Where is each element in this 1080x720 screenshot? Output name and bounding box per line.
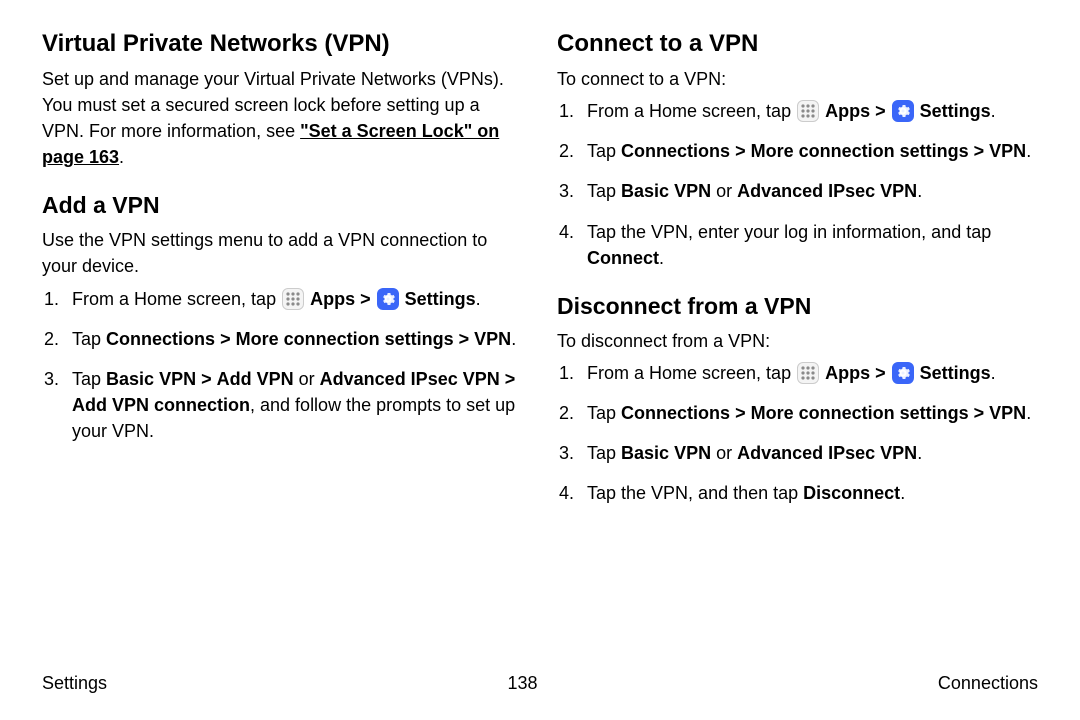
- chevron-icon: >: [974, 403, 985, 423]
- settings-icon: [377, 288, 399, 310]
- heading-connect-vpn: Connect to a VPN: [557, 30, 1038, 58]
- list-item: Tap the VPN, enter your log in informati…: [557, 219, 1038, 271]
- chevron-icon: >: [735, 403, 746, 423]
- list-item: From a Home screen, tap Apps > Settings.: [557, 98, 1038, 124]
- left-column: Virtual Private Networks (VPN) Set up an…: [42, 30, 523, 520]
- list-item: Tap Basic VPN or Advanced IPsec VPN.: [557, 440, 1038, 466]
- list-item: Tap Connections > More connection settin…: [557, 400, 1038, 426]
- settings-icon: [892, 100, 914, 122]
- settings-label: Settings: [920, 363, 991, 383]
- chevron-icon: >: [220, 329, 231, 349]
- chevron-icon: >: [459, 329, 470, 349]
- right-column: Connect to a VPN To connect to a VPN: Fr…: [557, 30, 1038, 520]
- chevron-icon: >: [505, 369, 516, 389]
- heading-disconnect-vpn: Disconnect from a VPN: [557, 293, 1038, 320]
- settings-label: Settings: [920, 101, 991, 121]
- footer-left: Settings: [42, 673, 107, 694]
- apps-label: Apps: [825, 363, 870, 383]
- add-vpn-steps: From a Home screen, tap Apps > Settings.…: [42, 286, 523, 445]
- apps-icon: [797, 362, 819, 384]
- connect-steps: From a Home screen, tap Apps > Settings.…: [557, 98, 1038, 271]
- heading-add-vpn: Add a VPN: [42, 192, 523, 219]
- disconnect-steps: From a Home screen, tap Apps > Settings.…: [557, 360, 1038, 507]
- apps-icon: [797, 100, 819, 122]
- connect-intro: To connect to a VPN:: [557, 66, 1038, 92]
- list-item: From a Home screen, tap Apps > Settings.: [557, 360, 1038, 386]
- footer-page-number: 138: [507, 673, 537, 694]
- chevron-icon: >: [201, 369, 212, 389]
- disconnect-intro: To disconnect from a VPN:: [557, 328, 1038, 354]
- list-item: Tap Connections > More connection settin…: [557, 138, 1038, 164]
- settings-icon: [892, 362, 914, 384]
- page-footer: Settings 138 Connections: [42, 673, 1038, 694]
- chevron-icon: >: [360, 289, 371, 309]
- heading-vpn: Virtual Private Networks (VPN): [42, 30, 523, 58]
- apps-label: Apps: [825, 101, 870, 121]
- apps-icon: [282, 288, 304, 310]
- add-vpn-desc: Use the VPN settings menu to add a VPN c…: [42, 227, 523, 279]
- list-item: From a Home screen, tap Apps > Settings.: [42, 286, 523, 312]
- apps-label: Apps: [310, 289, 355, 309]
- intro-tail: .: [119, 147, 124, 167]
- chevron-icon: >: [974, 141, 985, 161]
- intro-paragraph: Set up and manage your Virtual Private N…: [42, 66, 523, 170]
- chevron-icon: >: [735, 141, 746, 161]
- settings-label: Settings: [405, 289, 476, 309]
- list-item: Tap Basic VPN or Advanced IPsec VPN.: [557, 178, 1038, 204]
- list-item: Tap Basic VPN > Add VPN or Advanced IPse…: [42, 366, 523, 444]
- chevron-icon: >: [875, 101, 886, 121]
- footer-right: Connections: [938, 673, 1038, 694]
- chevron-icon: >: [875, 363, 886, 383]
- list-item: Tap Connections > More connection settin…: [42, 326, 523, 352]
- list-item: Tap the VPN, and then tap Disconnect.: [557, 480, 1038, 506]
